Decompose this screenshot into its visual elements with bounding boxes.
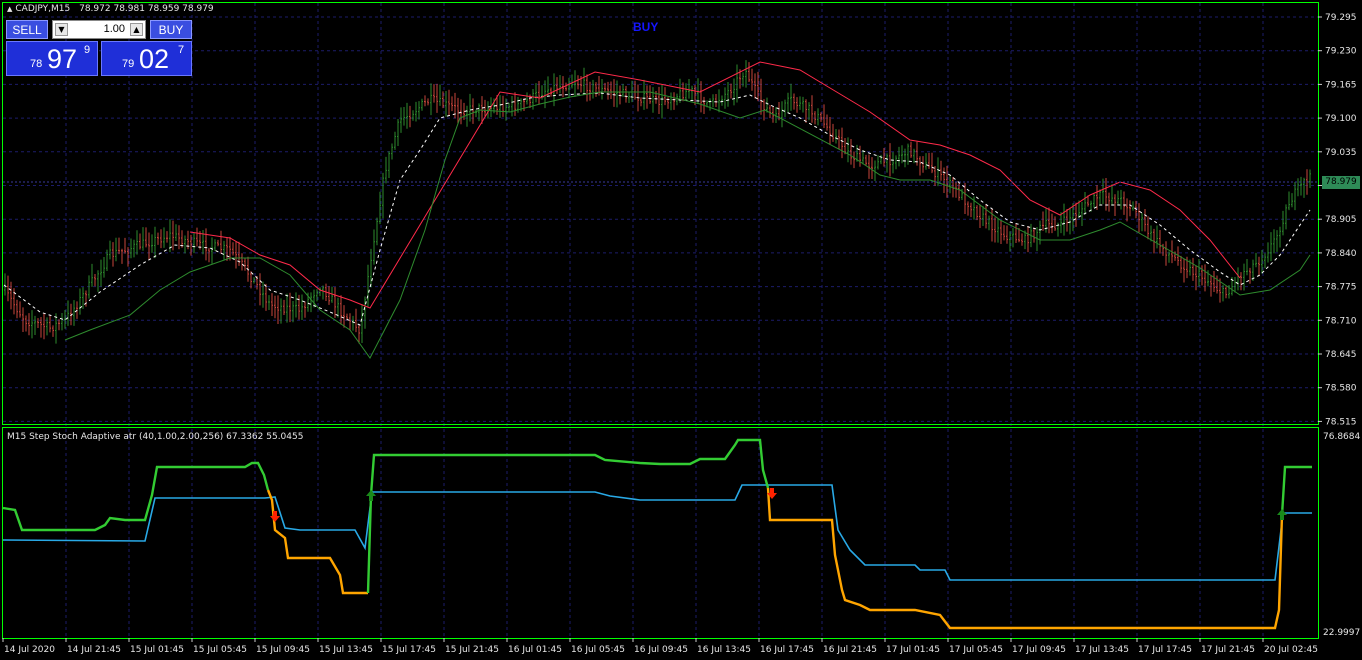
buy-signal-text: BUY: [633, 20, 659, 34]
lot-size-input[interactable]: ▼ 1.00 ▲: [52, 20, 146, 39]
price-tick-label: 78.840: [1325, 249, 1357, 259]
bid-price-pipette: 9: [84, 44, 91, 56]
price-tick-label: 78.645: [1325, 350, 1357, 360]
one-click-trading-panel: SELL ▼ 1.00 ▲ BUY 78 97 9 79 02 7: [6, 20, 192, 76]
collapse-triangle-icon[interactable]: ▲: [7, 5, 12, 13]
time-tick-label: 20 Jul 02:45: [1264, 645, 1318, 655]
time-tick-label: 15 Jul 21:45: [445, 645, 499, 655]
ask-price-main: 02: [139, 44, 170, 74]
stoch-main-segment: [366, 438, 770, 594]
time-tick-label: 16 Jul 13:45: [697, 645, 751, 655]
time-tick-label: 15 Jul 05:45: [193, 645, 247, 655]
signal-arrows: [270, 488, 1287, 522]
lot-size-value[interactable]: 1.00: [104, 23, 125, 35]
arrow-down-icon: [270, 511, 280, 522]
time-tick-label: 17 Jul 01:45: [886, 645, 940, 655]
arrow-up-icon: [1277, 509, 1287, 520]
indicator-frame: [2, 427, 1319, 639]
time-tick-label: 17 Jul 17:45: [1138, 645, 1192, 655]
time-tick-label: 15 Jul 09:45: [256, 645, 310, 655]
stoch-main-segment: [2, 461, 270, 532]
lower-band: [64, 91, 1311, 359]
midline: [3, 92, 1311, 326]
current-price-tag: 78.979: [1322, 176, 1360, 189]
ohlc-values: 78.972 78.981 78.959 78.979: [79, 4, 214, 14]
main-chart-frame: [2, 2, 1319, 425]
bid-price-main: 97: [47, 44, 78, 74]
chart-canvas[interactable]: 79.29579.23079.16579.10079.03578.97078.9…: [0, 0, 1362, 660]
price-tick-label: 79.100: [1325, 114, 1357, 124]
sell-button[interactable]: SELL: [6, 20, 48, 39]
price-tick-label: 78.775: [1325, 283, 1357, 293]
buy-button[interactable]: BUY: [150, 20, 192, 39]
indicator-max-label: 76.8684: [1323, 432, 1361, 442]
time-tick-label: 16 Jul 21:45: [823, 645, 877, 655]
price-tick-label: 78.580: [1325, 384, 1357, 394]
time-tick-label: 14 Jul 2020: [4, 645, 55, 655]
indicator-min-label: 22.9997: [1323, 628, 1361, 638]
price-tick-label: 79.035: [1325, 148, 1357, 158]
lot-increase-icon[interactable]: ▲: [130, 23, 143, 36]
ask-price-pipette: 7: [178, 44, 185, 56]
time-tick-label: 16 Jul 17:45: [760, 645, 814, 655]
symbol-header: ▲ CADJPY,M15 78.972 78.981 78.959 78.979: [7, 4, 214, 14]
price-bars: [4, 60, 1311, 344]
time-tick-label: 16 Jul 09:45: [634, 645, 688, 655]
time-tick-label: 15 Jul 01:45: [130, 645, 184, 655]
stoch-main-line: [2, 438, 1312, 630]
time-axis: 14 Jul 2020 14 Jul 21:45 15 Jul 01:45 15 Ju…: [2, 638, 1318, 655]
stoch-main-segment: [766, 487, 1284, 630]
bid-price-prefix: 78: [30, 58, 43, 70]
ask-price-prefix: 79: [122, 58, 135, 70]
price-tick-label: 78.515: [1325, 417, 1357, 427]
time-tick-label: 17 Jul 09:45: [1012, 645, 1066, 655]
price-tick-label: 79.230: [1325, 47, 1357, 57]
indicator-title: M15 Step Stoch Adaptive atr (40,1.00,2.0…: [7, 432, 304, 442]
time-tick-label: 17 Jul 21:45: [1201, 645, 1255, 655]
price-tick-label: 78.905: [1325, 215, 1357, 225]
time-tick-label: 17 Jul 13:45: [1075, 645, 1129, 655]
stoch-main-segment: [266, 489, 368, 595]
time-tick-label: 17 Jul 05:45: [949, 645, 1003, 655]
time-tick-label: 16 Jul 01:45: [508, 645, 562, 655]
price-tick-label: 79.295: [1325, 13, 1357, 23]
ask-price-button[interactable]: 79 02 7: [101, 41, 192, 76]
time-tick-label: 15 Jul 13:45: [319, 645, 373, 655]
bid-price-button[interactable]: 78 97 9: [6, 41, 98, 76]
time-tick-label: 14 Jul 21:45: [67, 645, 121, 655]
stoch-signal-line: [2, 484, 1312, 581]
symbol-title: CADJPY,M15: [15, 4, 71, 14]
price-tick-label: 78.710: [1325, 316, 1357, 326]
price-axis: 79.29579.23079.16579.10079.03578.97078.9…: [1318, 13, 1357, 427]
stoch-main-segment: [1280, 465, 1312, 516]
lot-decrease-icon[interactable]: ▼: [55, 23, 68, 36]
time-tick-label: 16 Jul 05:45: [571, 645, 625, 655]
price-tick-label: 79.165: [1325, 80, 1357, 90]
chart-grid: [3, 3, 1318, 638]
time-tick-label: 15 Jul 17:45: [382, 645, 436, 655]
